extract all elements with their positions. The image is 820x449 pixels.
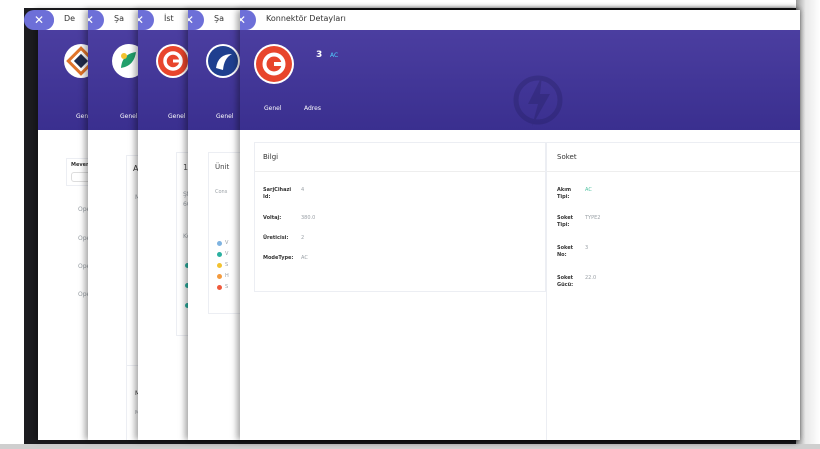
legend-dot [217, 263, 222, 268]
connector-details-sheet[interactable]: Konnektör Detayları 3 AC Genel Adres Bil… [240, 10, 800, 440]
legend-dot [217, 241, 222, 246]
connector-details-title: Konnektör Detayları [266, 14, 346, 23]
info-label: Üreticisi: [263, 235, 289, 241]
legend-label: H [225, 273, 229, 279]
sheet-4-title: Şa [214, 14, 224, 23]
connector-details-header: Konnektör Detayları [240, 10, 800, 31]
connector-count: 3 [316, 50, 323, 60]
connector-brand-logo [254, 44, 294, 84]
sheet-3-logo [156, 44, 190, 78]
sheet-2-title: Şa [114, 14, 124, 23]
sheet-2-tab-general[interactable]: Genel [120, 113, 138, 120]
legend-dot [217, 285, 222, 290]
socket-card-divider [547, 171, 800, 172]
tab-address[interactable]: Adres [304, 105, 321, 112]
info-label: SarjCihazi Id: [263, 187, 292, 200]
info-card-divider [255, 171, 545, 172]
socket-card-title: Soket [557, 153, 577, 161]
sheet-4-sub: Cons [215, 189, 228, 195]
close-window-button[interactable]: ✕ [24, 10, 54, 30]
sheet-3-title: İst [164, 14, 174, 23]
connector-hero: 3 AC Genel Adres [240, 30, 800, 130]
sheet-4-logo [206, 44, 240, 78]
info-card: Bilgi SarjCihazi Id: 4 Voltaj: 380.0 Üre… [254, 142, 546, 292]
socket-label: Soket Tipi: [557, 215, 574, 228]
socket-value: AC [585, 187, 592, 193]
info-card-title: Bilgi [263, 153, 279, 161]
legend-label: S [225, 262, 229, 268]
info-value: 2 [301, 235, 305, 241]
socket-label: Soket Gücü: [557, 275, 574, 288]
legend-label: V [225, 240, 229, 246]
socket-value: 3 [585, 245, 589, 251]
sheet-3-tab-general[interactable]: Genel [168, 113, 186, 120]
info-label: ModeType: [263, 255, 294, 261]
socket-value: 22.0 [585, 275, 597, 281]
info-value: 380.0 [301, 215, 316, 221]
legend-label: V [225, 251, 229, 257]
bottom-gutter [0, 444, 820, 449]
info-value: AC [301, 255, 308, 261]
legend-dot [217, 252, 222, 257]
sheet-1-field-label: Meven [71, 162, 90, 168]
info-value: 4 [301, 187, 305, 193]
e-logo-icon [158, 46, 188, 76]
info-label: Voltaj: [263, 215, 282, 221]
lightning-watermark-icon [513, 75, 563, 126]
legend-label: S [225, 284, 229, 290]
socket-value: TYPE2 [585, 215, 601, 221]
sheet-4-tab-general[interactable]: Genel [216, 113, 234, 120]
socket-label: Akım Tipi: [557, 187, 572, 200]
tab-general[interactable]: Genel [264, 105, 282, 112]
connector-type-badge: AC [330, 52, 339, 59]
socket-card: Soket Akım Tipi: AC Soket Tipi: TYPE2 So… [546, 142, 800, 440]
sheet-1-title: De [64, 14, 76, 23]
e-logo-icon [256, 46, 292, 82]
legend-dot [217, 274, 222, 279]
socket-label: Soket No: [557, 245, 574, 258]
sheet-4-head: Ünit [215, 163, 230, 171]
bird-logo-icon [208, 46, 238, 76]
